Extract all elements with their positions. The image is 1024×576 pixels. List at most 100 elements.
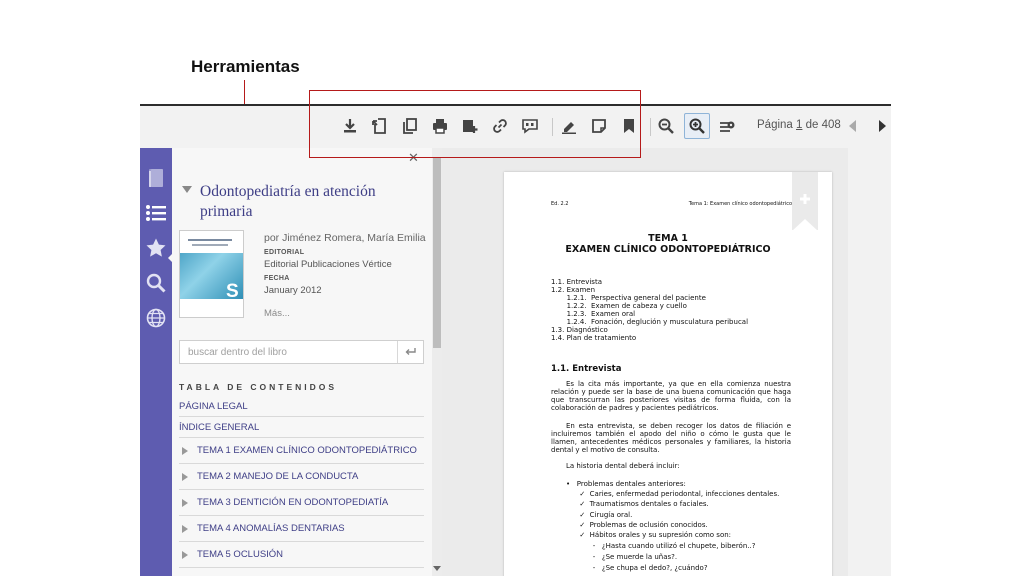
bullet-line: ✓ Caries, enfermedad periodontal, infecc… [566,490,780,498]
bullet-line: - ¿Se chupa el dedo?, ¿cuándo? [566,564,708,572]
bookmark-icon[interactable] [619,116,639,136]
toc-item[interactable]: TEMA 4 ANOMALÍAS DENTARIAS [179,516,424,542]
list-icon[interactable] [144,201,168,225]
contents-line: 1.2.2. Examen de cabeza y cuello [551,302,687,310]
editorial-value: Editorial Publicaciones Vértice [264,259,392,270]
copy-icon[interactable] [400,116,420,136]
view-settings-icon[interactable] [717,116,737,136]
book-title[interactable]: Odontopediatría en atención primaria [200,182,410,222]
zoom-in-icon[interactable] [684,113,710,139]
expand-arrow-icon[interactable] [182,524,188,533]
page-separator: de [805,119,819,131]
toc-item-label: PÁGINA LEGAL [179,400,248,412]
toc-item[interactable]: TEMA 1 EXAMEN CLÍNICO ODONTOPEDIÁTRICO [179,438,424,464]
book-cover: S [179,230,244,318]
expand-arrow-icon[interactable] [182,550,188,559]
paragraph: La historia dental deberá incluir: [566,462,680,470]
chapter-number: TEMA 1 [648,233,688,244]
bullet-line: ✓ Hábitos orales y su supresión como son… [566,531,732,539]
reader-app: Página 1 de 408 ✕ Odontopediatría en ate… [140,104,891,576]
toc-item[interactable]: ÍNDICE GENERAL [179,417,424,438]
toolbar: Página 1 de 408 [140,106,891,148]
scroll-down-icon[interactable] [433,566,441,571]
contents-panel: ✕ Odontopediatría en atención primaria S… [172,148,442,576]
contents-line: 1.1. Entrevista [551,278,602,286]
total-pages: 408 [821,119,841,131]
toc-item-label: TEMA 3 DENTICIÓN EN ODONTOPEDIATÍA [197,497,389,508]
bullet-line: ✓ Traumatismos dentales o faciales. [566,500,709,508]
contents-line: 1.2.1. Perspectiva general del paciente [551,294,706,302]
chapter-title: EXAMEN CLÍNICO ODONTOPEDIÁTRICO [565,244,771,255]
toc-item[interactable]: TEMA 5 OCLUSIÓN [179,542,424,568]
toc-heading: TABLA DE CONTENIDOS [179,382,338,392]
toolbar-separator [650,118,651,136]
search-icon[interactable] [144,271,168,295]
collapse-caret-icon[interactable] [182,186,192,193]
section-heading: 1.1. Entrevista [551,364,622,374]
toc-item[interactable]: TEMA 2 MANEJO DE LA CONDUCTA [179,464,424,490]
page-bookmark-ribbon[interactable] [792,172,818,231]
toc-item-label: TEMA 2 MANEJO DE LA CONDUCTA [197,471,359,482]
export-icon[interactable] [370,116,390,136]
page-indicator: Página 1 de 408 [757,119,841,131]
editorial-label: EDITORIAL [264,249,305,256]
download-icon[interactable] [340,116,360,136]
bullet-line: • Problemas dentales anteriores: [566,480,686,488]
add-bookmark-icon[interactable] [798,192,812,206]
page-header-right: Tema 1: Examen clínico odontopediátrico [688,201,792,207]
toc-item-label: TEMA 1 EXAMEN CLÍNICO ODONTOPEDIÁTRICO [197,445,417,456]
toc-list: PÁGINA LEGAL ÍNDICE GENERAL TEMA 1 EXAME… [179,396,424,568]
tools-callout-label: Herramientas [191,57,300,76]
toc-item-label: TEMA 5 OCLUSIÓN [197,549,284,560]
more-link[interactable]: Más... [264,308,290,319]
toc-item-label: TEMA 4 ANOMALÍAS DENTARIAS [197,523,345,534]
zoom-out-icon[interactable] [656,116,676,136]
chapter-contents: 1.1. Entrevista 1.2. Examen 1.2.1. Persp… [551,278,748,342]
panel-scrollbar[interactable] [432,148,442,576]
bullet-line: - ¿Se muerde la uñas?. [566,553,678,561]
date-value: January 2012 [264,285,322,296]
next-page-icon[interactable] [872,116,891,136]
contents-line: 1.4. Plan de tratamiento [551,334,637,342]
expand-arrow-icon[interactable] [182,446,188,455]
paragraph: En esta entrevista, se deben recoger los… [551,422,791,454]
close-icon[interactable]: ✕ [408,150,419,166]
contents-line: 1.2.4. Fonación, deglución y musculatura… [551,318,749,326]
page-prefix: Página [757,119,793,131]
expand-arrow-icon[interactable] [182,498,188,507]
bullet-line: - ¿Hasta cuando utilizó el chupete, bibe… [566,542,756,550]
contents-line: 1.2. Examen [551,286,595,294]
toolbar-separator [552,118,553,136]
contents-line: 1.2.3. Examen oral [551,310,636,318]
toc-item[interactable]: PÁGINA LEGAL [179,396,424,417]
quote-icon[interactable] [520,116,540,136]
current-page-input[interactable]: 1 [796,119,802,131]
contents-line: 1.3. Diagnóstico [551,326,608,334]
link-icon[interactable] [490,116,510,136]
book-author: por Jiménez Romera, María Emilia [264,232,426,244]
document-page: Ed. 2.2 Tema 1: Examen clínico odontoped… [504,172,832,576]
scrollbar-thumb[interactable] [433,158,441,348]
note-icon[interactable] [589,116,609,136]
side-rail [140,148,174,576]
bullet-line: ✓ Problemas de oclusión conocidos. [566,521,708,529]
paragraph: Es la cita más importante, ya que en ell… [551,380,791,412]
expand-arrow-icon[interactable] [182,472,188,481]
screenshot-stage: Herramientas Página 1 de 408 ✕ Odontoped… [0,0,1024,576]
viewer-margin [848,148,891,576]
star-icon[interactable] [144,236,168,260]
globe-icon[interactable] [144,306,168,330]
bullet-line: ✓ Cirugía oral. [566,511,633,519]
print-icon[interactable] [430,116,450,136]
toc-item[interactable]: TEMA 3 DENTICIÓN EN ODONTOPEDIATÍA [179,490,424,516]
cover-letter: S [226,281,239,302]
previous-page-icon[interactable] [843,116,863,136]
add-document-icon[interactable] [460,116,480,136]
book-search [179,340,424,364]
highlighter-icon[interactable] [559,116,579,136]
book-icon[interactable] [144,166,168,190]
enter-icon[interactable] [397,341,423,363]
page-header-left: Ed. 2.2 [551,201,569,207]
toc-item-label: ÍNDICE GENERAL [179,421,260,433]
book-search-input[interactable] [180,341,394,363]
